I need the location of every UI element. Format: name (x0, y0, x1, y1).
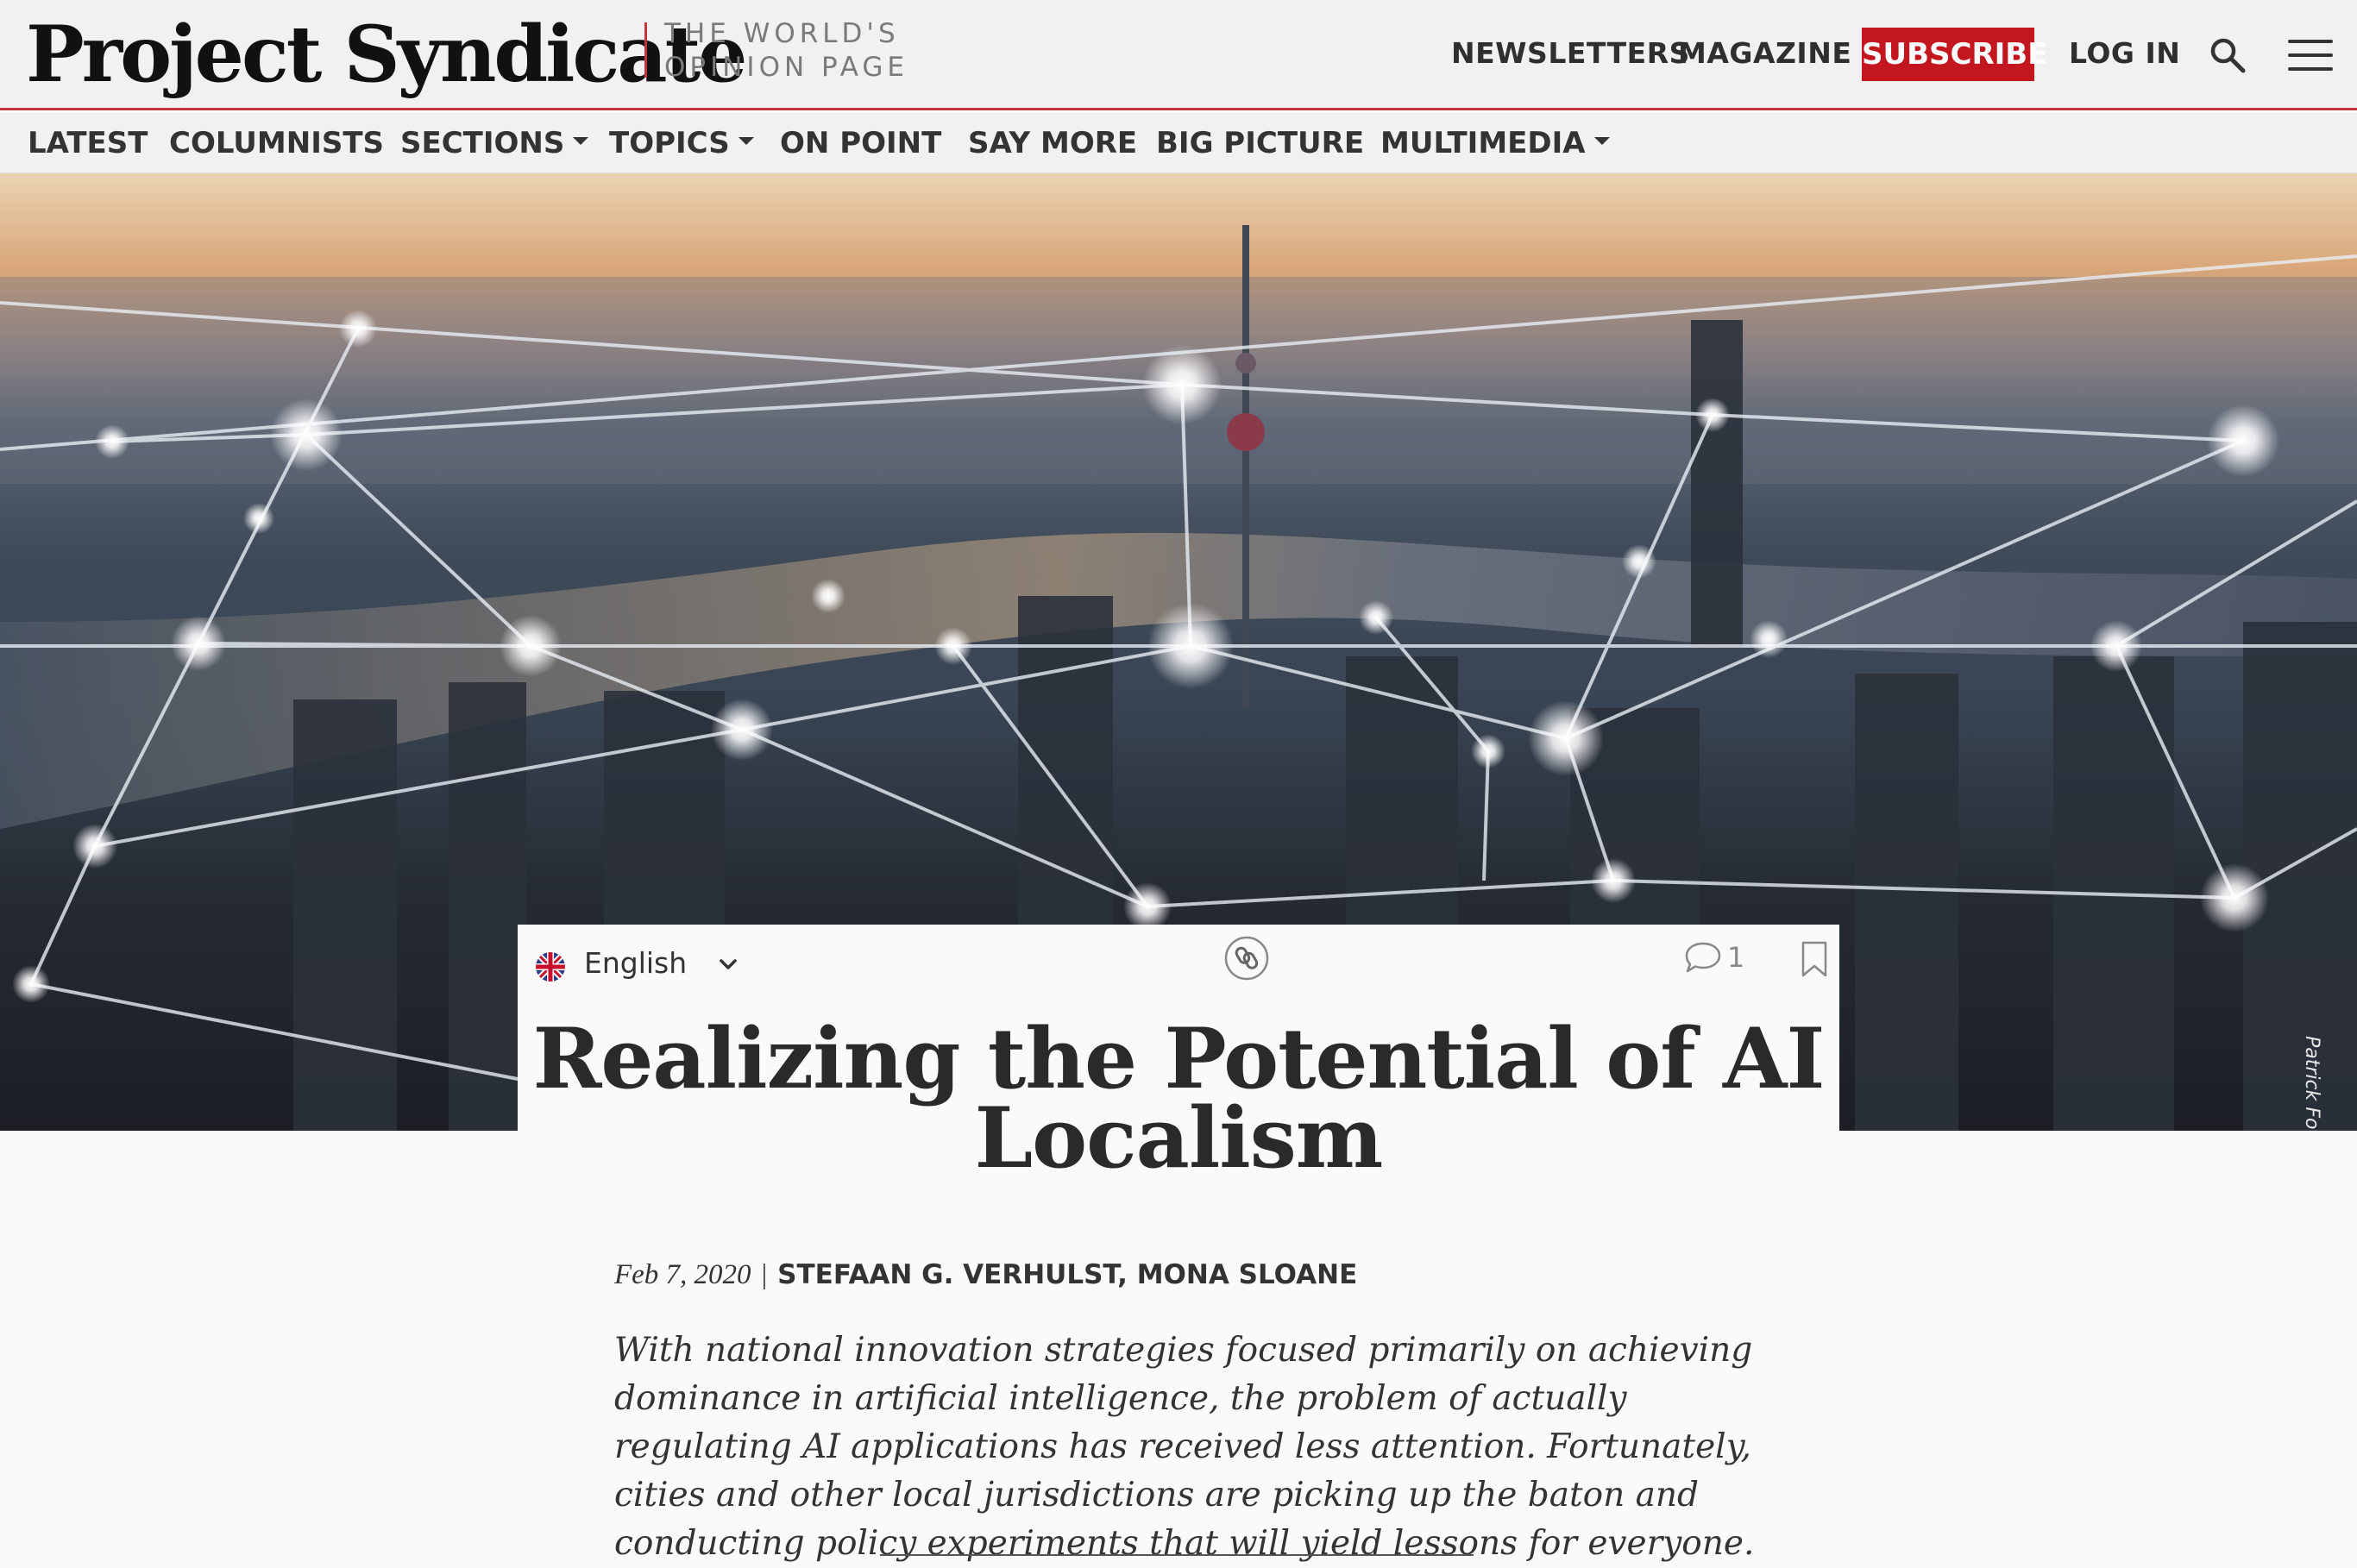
caret-down-icon (573, 137, 589, 145)
magazine-link[interactable]: MAGAZINE (1678, 36, 1851, 71)
comment-count[interactable]: 1 (1727, 940, 1744, 975)
nav-on-point[interactable]: ON POINT (780, 125, 941, 161)
tagline-line-2: OPINION PAGE (664, 52, 908, 83)
newsletters-link[interactable]: NEWSLETTERS (1451, 36, 1690, 71)
nav-multimedia[interactable]: MULTIMEDIA (1380, 125, 1610, 161)
byline-separator: | (761, 1259, 768, 1290)
subscribe-button[interactable]: SUBSCRIBE (1862, 28, 2047, 81)
article-title-line-2: Localism (974, 1089, 1384, 1187)
uk-flag-icon (536, 952, 565, 982)
chevron-down-icon (720, 959, 737, 969)
summary-divider (880, 1554, 1474, 1556)
article-summary: With national innovation strategies focu… (614, 1331, 1755, 1563)
nav-say-more[interactable]: SAY MORE (968, 125, 1137, 161)
nav-columnists[interactable]: COLUMNISTS (169, 125, 384, 161)
share-link-icon[interactable] (1223, 935, 1270, 982)
hamburger-menu-icon[interactable] (2288, 40, 2333, 71)
comment-icon[interactable] (1684, 940, 1722, 975)
caret-down-icon (1593, 137, 1610, 145)
site-header: Project Syndicate THE WORLD'S OPINION PA… (0, 0, 2357, 110)
nav-sections[interactable]: SECTIONS (400, 125, 589, 161)
nav-topics-label: TOPICS (609, 126, 730, 160)
article-title: Realizing the Potential of AI Localism (518, 1010, 1839, 1187)
section-nav: LATEST COLUMNISTS SECTIONS TOPICS ON POI… (0, 113, 2357, 173)
nav-big-picture[interactable]: BIG PICTURE (1156, 125, 1364, 161)
nav-topics[interactable]: TOPICS (609, 125, 754, 161)
site-tagline: THE WORLD'S OPINION PAGE (664, 17, 908, 85)
login-link[interactable]: LOG IN (2069, 36, 2180, 71)
article-title-line-1: Realizing the Potential of AI (532, 1010, 1826, 1107)
article-byline: Feb 7, 2020 | STEFAAN G. VERHULST, MONA SL… (614, 1255, 1357, 1294)
site-logo[interactable]: Project Syndicate (26, 7, 747, 102)
article-authors[interactable]: STEFAAN G. VERHULST, MONA SLOANE (777, 1259, 1357, 1290)
nav-sections-label: SECTIONS (400, 126, 565, 160)
bookmark-icon[interactable] (1800, 940, 1829, 978)
caret-down-icon (738, 137, 754, 145)
tagline-line-1: THE WORLD'S (664, 18, 900, 49)
language-label: English (584, 946, 688, 980)
search-icon[interactable] (2209, 36, 2247, 74)
nav-multimedia-label: MULTIMEDIA (1380, 126, 1586, 160)
photo-credit: Patrick Foto/Getty Images (2301, 1036, 2322, 1131)
nav-latest[interactable]: LATEST (28, 125, 148, 161)
article-date: Feb 7, 2020 (614, 1259, 751, 1290)
logo-divider (644, 22, 647, 78)
